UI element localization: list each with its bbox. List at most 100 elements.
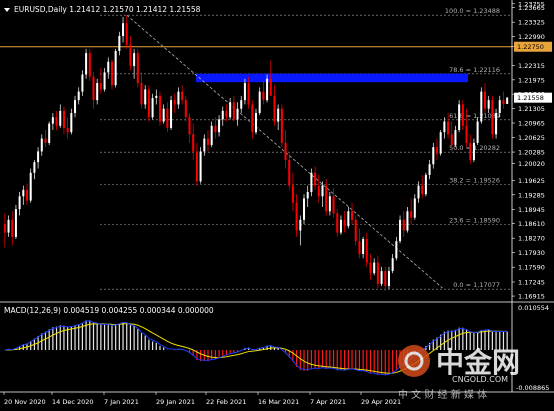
fib-label: 0.0 = 1.17077 bbox=[453, 281, 500, 289]
candle-body bbox=[402, 219, 405, 231]
candle-body bbox=[491, 100, 494, 135]
candle-body bbox=[314, 172, 317, 186]
candle-body bbox=[280, 108, 283, 143]
candle-body bbox=[59, 110, 62, 126]
candle-body bbox=[29, 172, 32, 201]
candle-body bbox=[151, 98, 154, 118]
candle-body bbox=[428, 164, 431, 175]
fib-label: 23.6 = 1.18590 bbox=[449, 217, 500, 225]
candle-body bbox=[22, 189, 25, 197]
candle-body bbox=[114, 51, 117, 86]
candle-body bbox=[162, 108, 165, 122]
candle-body bbox=[158, 95, 161, 122]
candle-body bbox=[384, 271, 387, 287]
candle-body bbox=[421, 185, 424, 195]
candle-body bbox=[487, 100, 490, 109]
candle-body bbox=[206, 138, 210, 146]
candle-body bbox=[11, 219, 14, 237]
price-axis-label: 1.17930 bbox=[518, 249, 545, 257]
price-axis-label: 1.18945 bbox=[518, 206, 545, 214]
candle-body bbox=[55, 117, 58, 126]
candle-body bbox=[247, 83, 250, 105]
time-axis-label: 29 Apr 2021 bbox=[361, 398, 401, 406]
candle-body bbox=[343, 219, 346, 227]
candle-body bbox=[225, 110, 228, 118]
candle-body bbox=[454, 130, 457, 146]
price-axis-label: 1.17590 bbox=[518, 264, 545, 272]
candle-body bbox=[387, 271, 390, 287]
candle-body bbox=[18, 196, 21, 210]
candle-body bbox=[81, 74, 84, 92]
time-axis-label: 20 Nov 2020 bbox=[4, 398, 46, 406]
candle-body bbox=[284, 142, 287, 160]
candle-body bbox=[439, 132, 442, 154]
candle-body bbox=[266, 78, 269, 101]
candle-body bbox=[502, 100, 505, 104]
candle-body bbox=[458, 104, 461, 131]
candle-body bbox=[177, 91, 180, 105]
candle-body bbox=[203, 138, 206, 152]
symbol-info: EURUSD,Daily 1.21412 1.21570 1.21412 1.2… bbox=[14, 5, 201, 14]
candle-body bbox=[347, 211, 350, 227]
candle-body bbox=[210, 125, 213, 146]
candle-body bbox=[332, 196, 335, 214]
price-axis-label: 1.20965 bbox=[518, 120, 545, 128]
candle-body bbox=[461, 104, 464, 126]
candle-body bbox=[188, 117, 191, 135]
candle-body bbox=[232, 102, 235, 120]
candle-body bbox=[483, 91, 487, 109]
candle-body bbox=[395, 241, 398, 259]
fib-label: 78.6 = 1.22116 bbox=[449, 66, 500, 74]
candle-body bbox=[251, 104, 254, 133]
candle-body bbox=[144, 89, 147, 105]
candle-body bbox=[262, 91, 265, 101]
price-axis-label: 1.21305 bbox=[518, 105, 545, 113]
candle-body bbox=[373, 262, 376, 274]
candle-body bbox=[243, 83, 246, 101]
candle-body bbox=[306, 192, 309, 199]
candle-body bbox=[236, 108, 239, 120]
candle-body bbox=[25, 189, 29, 201]
candle-body bbox=[166, 108, 169, 128]
price-axis-label: 1.18270 bbox=[518, 235, 545, 243]
candle-body bbox=[480, 91, 483, 122]
candle-body bbox=[77, 91, 80, 101]
candle-body bbox=[495, 112, 498, 135]
resistance-zone bbox=[196, 73, 468, 83]
candle-body bbox=[3, 224, 6, 233]
candle-body bbox=[424, 174, 427, 195]
candle-body bbox=[92, 76, 95, 101]
candle-body bbox=[369, 262, 372, 274]
candle-body bbox=[118, 36, 121, 52]
candle-body bbox=[288, 159, 291, 186]
time-axis-label: 29 Jan 2021 bbox=[156, 398, 195, 406]
candle-body bbox=[291, 185, 294, 203]
time-axis-label: 22 Feb 2021 bbox=[206, 398, 246, 406]
candle-body bbox=[136, 53, 139, 84]
candle-body bbox=[155, 95, 158, 99]
candle-body bbox=[435, 147, 438, 154]
candle-body bbox=[192, 134, 195, 152]
price-axis-label: 1.21975 bbox=[518, 76, 545, 84]
time-axis-label: 14 Dec 2020 bbox=[52, 398, 94, 406]
time-axis-label: 7 Apr 2021 bbox=[310, 398, 346, 406]
candle-body bbox=[85, 53, 88, 75]
candle-body bbox=[170, 100, 173, 128]
candle-body bbox=[365, 239, 368, 263]
candle-body bbox=[358, 241, 361, 254]
candle-body bbox=[465, 125, 468, 143]
watermark-brand-en: CNGOLD.COM bbox=[452, 375, 508, 384]
candle-body bbox=[506, 97, 509, 104]
price-axis-label: 1.18610 bbox=[518, 220, 545, 228]
candle-body bbox=[302, 198, 306, 220]
candle-body bbox=[14, 209, 17, 237]
price-axis-label: 1.22315 bbox=[518, 62, 545, 70]
time-axis-label: 16 Mar 2021 bbox=[258, 398, 299, 406]
candle-body bbox=[450, 134, 453, 146]
candle-body bbox=[413, 198, 416, 218]
candle-body bbox=[140, 83, 143, 105]
candle-body bbox=[62, 110, 65, 128]
macd-axis-bottom-label: -0.008865 bbox=[516, 384, 549, 392]
fib-label: 100.0 = 1.23488 bbox=[445, 7, 500, 15]
candle-body bbox=[310, 172, 313, 193]
